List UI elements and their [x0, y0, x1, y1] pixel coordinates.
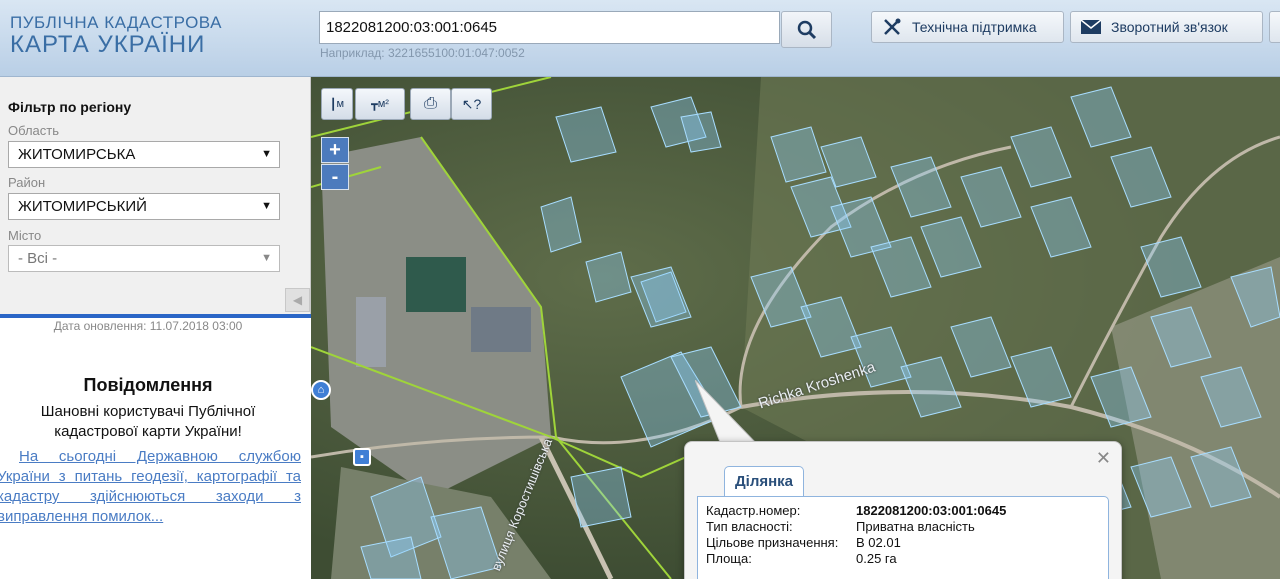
- dropdown-arrow-icon: ▼: [261, 200, 272, 212]
- ownership-type: Приватна власність: [856, 519, 975, 534]
- search-example: Наприклад: 3221655100:01:047:0052: [320, 46, 525, 60]
- shop-poi-icon[interactable]: ⌂: [311, 380, 331, 400]
- collapse-panel-button[interactable]: ◀: [285, 288, 310, 312]
- ruler-button[interactable]: ┃ м: [321, 88, 353, 120]
- oblast-select[interactable]: ЖИТОМИРСЬКА ▼: [8, 141, 280, 168]
- logo[interactable]: ПУБЛІЧНА КАДАСТРОВА КАРТА УКРАЇНИ: [10, 14, 222, 58]
- print-button[interactable]: ⎙: [410, 88, 451, 120]
- zoom-in-button[interactable]: +: [321, 137, 349, 163]
- oblast-label: Область: [8, 123, 60, 138]
- filter-title: Фільтр по регіону: [8, 99, 132, 115]
- info-row: Тип власності: Приватна власність: [706, 519, 1100, 535]
- city-value: - Всі -: [18, 250, 58, 267]
- tools-icon: [884, 18, 901, 35]
- city-select[interactable]: - Всі - ▼: [8, 245, 280, 272]
- print-icon: ⎙: [424, 95, 437, 112]
- ruler-unit: м: [336, 98, 345, 110]
- dropdown-arrow-icon: ▼: [261, 252, 272, 264]
- zoom-out-button[interactable]: -: [321, 164, 349, 190]
- info-key: Цільове призначення:: [706, 535, 839, 550]
- parcel-info: Кадастр.номер: 1822081200:03:001:0645 Ти…: [697, 496, 1109, 579]
- logo-line-2: КАРТА УКРАЇНИ: [10, 31, 206, 58]
- oblast-value: ЖИТОМИРСЬКА: [18, 146, 136, 163]
- extra-button[interactable]: [1269, 11, 1280, 43]
- area-button[interactable]: ┳ м²: [355, 88, 405, 120]
- close-icon[interactable]: ✕: [1096, 448, 1111, 469]
- region-filter: Фільтр по регіону Область ЖИТОМИРСЬКА ▼ …: [0, 77, 311, 315]
- purpose: В 02.01: [856, 535, 901, 550]
- logo-line-1: ПУБЛІЧНА КАДАСТРОВА: [10, 13, 222, 32]
- panel-divider: [0, 314, 311, 318]
- city-label: Місто: [8, 228, 42, 243]
- parcel-popup: ✕ Ділянка Кадастр.номер: 1822081200:03:0…: [684, 441, 1122, 579]
- message-text: Шановні користувачі Публічної кадастрово…: [40, 403, 256, 440]
- area-unit: м²: [377, 98, 389, 110]
- tab-parcel[interactable]: Ділянка: [724, 466, 804, 496]
- feedback-button[interactable]: Зворотний зв'язок: [1070, 11, 1263, 43]
- info-key: Площа:: [706, 551, 752, 566]
- cursor-question-icon: ↖?: [461, 95, 482, 112]
- info-key: Кадастр.номер:: [706, 503, 801, 518]
- header: ПУБЛІЧНА КАДАСТРОВА КАРТА УКРАЇНИ 182208…: [0, 0, 1280, 77]
- info-row: Площа: 0.25 га: [706, 551, 1100, 567]
- area-value: 0.25 га: [856, 551, 897, 566]
- rayon-select[interactable]: ЖИТОМИРСЬКИЙ ▼: [8, 193, 280, 220]
- cadastral-number: 1822081200:03:001:0645: [856, 503, 1007, 518]
- search-button[interactable]: [781, 11, 832, 48]
- update-date: Дата оновлення: 11.07.2018 03:00: [53, 319, 243, 333]
- support-button[interactable]: Технічна підтримка: [871, 11, 1064, 43]
- info-key: Тип власності:: [706, 519, 793, 534]
- message-link[interactable]: На сьогодні Державною службою України з …: [0, 447, 301, 527]
- identify-button[interactable]: ↖?: [451, 88, 492, 120]
- chevron-left-icon: ◀: [292, 293, 303, 307]
- rayon-value: ЖИТОМИРСЬКИЙ: [18, 198, 147, 215]
- message-title: Повідомлення: [83, 375, 213, 395]
- search-icon: [797, 20, 816, 39]
- area-icon: ┳: [371, 98, 378, 111]
- bus-stop-icon[interactable]: ▪: [353, 448, 371, 466]
- left-panel: Фільтр по регіону Область ЖИТОМИРСЬКА ▼ …: [0, 77, 311, 579]
- feedback-label: Зворотний зв'язок: [1111, 19, 1228, 35]
- info-row: Кадастр.номер: 1822081200:03:001:0645: [706, 503, 1100, 519]
- ruler-icon: ┃: [329, 98, 337, 111]
- info-row: Цільове призначення: В 02.01: [706, 535, 1100, 551]
- dropdown-arrow-icon: ▼: [261, 148, 272, 160]
- envelope-icon: [1081, 20, 1101, 34]
- popup-pointer: [695, 380, 755, 443]
- rayon-label: Район: [8, 175, 46, 190]
- support-label: Технічна підтримка: [912, 19, 1037, 35]
- search-input[interactable]: 1822081200:03:001:0645: [319, 11, 780, 44]
